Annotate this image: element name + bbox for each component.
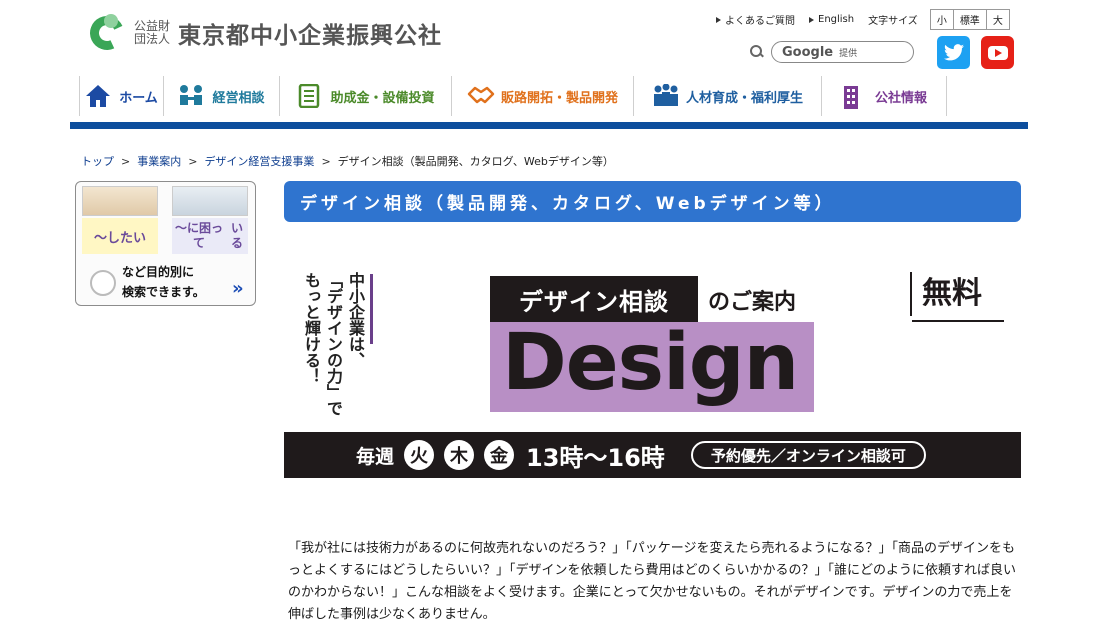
breadcrumb-sep-icon: >: [121, 154, 131, 168]
search-icon[interactable]: [750, 45, 764, 59]
weekly-label: 毎週: [356, 445, 395, 468]
nav-label-market: 販路開拓・製品開発: [500, 90, 618, 106]
hero-label: デザイン相談: [490, 276, 698, 322]
nav-label-subsidy: 助成金・設備投資: [330, 90, 435, 106]
day-friday: 金: [484, 440, 515, 470]
breadcrumb-business[interactable]: 事業案内: [137, 153, 181, 169]
font-size-small-button[interactable]: 小: [930, 10, 954, 29]
breadcrumb: トップ > 事業案内 > デザイン経営支援事業 > デザイン相談（製品開発、カタログ、…: [81, 153, 614, 169]
search-provider-label: 提供: [839, 48, 858, 59]
woman-photo: [82, 186, 158, 216]
youtube-icon[interactable]: [981, 36, 1014, 69]
global-nav: ホーム 経営相談 助成金・設備投資 販路開拓・製品開発 人材育成・福利厚生 公社…: [79, 76, 947, 116]
faq-link[interactable]: よくあるご質問: [716, 12, 795, 27]
breadcrumb-sep-icon: >: [321, 154, 331, 168]
nav-label-home: ホーム: [119, 90, 158, 106]
breadcrumb-top[interactable]: トップ: [81, 153, 114, 169]
intro-paragraph: 「我が社には技術力があるのに何故売れないのだろう？」「パッケージを変えたら売れる…: [288, 541, 1017, 622]
home-icon: [85, 84, 111, 108]
breadcrumb-design-support[interactable]: デザイン経営支援事業: [204, 153, 314, 169]
purpose-search-banner[interactable]: 〜したい 〜に困って いる など目的別に 検索できます。 »: [75, 181, 256, 306]
magnifier-icon: [90, 270, 116, 296]
hero-label-suffix: のご案内: [708, 290, 797, 315]
day-thursday: 木: [444, 440, 475, 470]
hero-vertical-text-1: 中小企業は、: [346, 272, 365, 368]
people-icon: [652, 83, 678, 108]
english-link[interactable]: English: [809, 14, 854, 25]
hero-vertical-text-3: もっと輝ける！: [302, 272, 321, 384]
nav-item-market[interactable]: 販路開拓・製品開発: [451, 76, 633, 116]
page-title: デザイン相談（製品開発、カタログ、Webデザイン等）: [284, 181, 1021, 222]
day-tuesday: 火: [404, 440, 435, 470]
hero-vertical-text-2: 「デザインの力」で: [324, 272, 343, 416]
site-logo[interactable]: 公益財団法人 東京都中小企業振興公社: [85, 11, 442, 55]
building-icon: [841, 84, 867, 109]
double-arrow-icon: »: [232, 278, 244, 299]
breadcrumb-current: デザイン相談（製品開発、カタログ、Webデザイン等）: [337, 155, 614, 168]
nav-item-consult[interactable]: 経営相談: [163, 76, 279, 116]
consult-icon: [178, 84, 204, 108]
search-input[interactable]: Google 提供: [771, 41, 914, 63]
want-bubble: 〜したい: [82, 218, 158, 254]
reservation-badge: 予約優先／オンライン相談可: [690, 441, 926, 469]
logo-name: 東京都中小企業振興公社: [178, 23, 442, 49]
document-icon: [296, 83, 322, 109]
design-word: Design: [502, 318, 799, 408]
trouble-bubble: 〜に困って いる: [172, 218, 248, 254]
handshake-icon: [467, 84, 495, 108]
nav-label-about: 公社情報: [874, 90, 927, 106]
design-consultation-banner: 中小企業は、 「デザインの力」で もっと輝ける！ デザイン相談 のご案内 Des…: [284, 236, 1021, 480]
schedule-strip: 毎週 火 木 金 13時〜16時 予約優先／オンライン相談可: [284, 432, 1021, 478]
site-search: Google 提供: [750, 41, 914, 63]
logo-small-text: 公益財団法人: [134, 19, 171, 46]
breadcrumb-sep-icon: >: [188, 154, 198, 168]
twitter-icon[interactable]: [937, 36, 970, 69]
free-underline: [912, 320, 1004, 322]
nav-item-home[interactable]: ホーム: [79, 76, 163, 116]
utility-links: よくあるご質問 English 文字サイズ 小 標準 大: [716, 9, 1010, 30]
google-label: Google: [782, 44, 834, 60]
free-label: 無料: [910, 272, 982, 316]
nav-label-hr: 人材育成・福利厚生: [685, 90, 803, 106]
font-size-normal-button[interactable]: 標準: [953, 10, 987, 29]
nav-label-consult: 経営相談: [212, 90, 265, 106]
purpose-search-text: など目的別に 検索できます。: [122, 265, 205, 299]
hero-accent-line: [370, 274, 373, 344]
logo-mark-icon: [85, 11, 129, 55]
nav-item-subsidy[interactable]: 助成金・設備投資: [279, 76, 451, 116]
nav-item-hr[interactable]: 人材育成・福利厚生: [633, 76, 821, 116]
hours-label: 13時〜16時: [526, 443, 665, 472]
nav-underline: [70, 122, 1028, 129]
font-size-label: 文字サイズ: [868, 16, 918, 27]
man-photo: [172, 186, 248, 216]
font-size-large-button[interactable]: 大: [986, 10, 1009, 29]
font-size-switcher: 小 標準 大: [929, 9, 1010, 30]
nav-item-about[interactable]: 公社情報: [821, 76, 947, 116]
